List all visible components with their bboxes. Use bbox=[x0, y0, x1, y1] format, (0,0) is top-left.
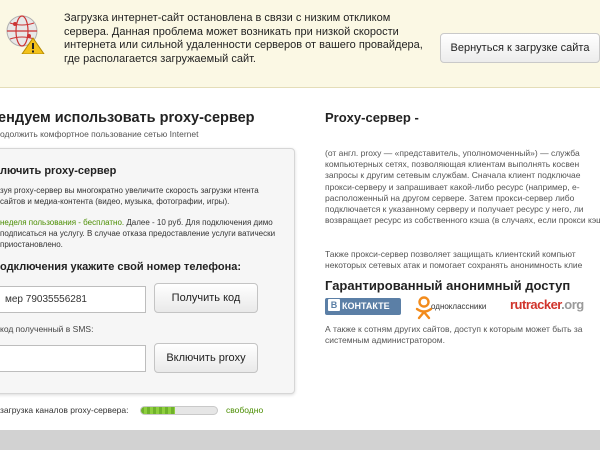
rutracker-logo: rutracker.org bbox=[510, 297, 584, 312]
enable-proxy-button[interactable]: Включить proxy bbox=[154, 343, 258, 373]
panel-pricing-text: неделя пользования - бесплатно. Далее - … bbox=[0, 217, 285, 250]
proxy-load-label: загрузка каналов proxy-сервера: bbox=[0, 405, 129, 415]
back-to-site-button[interactable]: Вернуться к загрузке сайта bbox=[440, 33, 600, 63]
panel-description: зуя proxy-сервер вы многократно увеличит… bbox=[0, 186, 259, 206]
proxy-recommend-title: ендуем использовать proxy-сервер bbox=[0, 110, 255, 126]
proxy-load-status: свободно bbox=[226, 405, 264, 415]
vk-box-letter: В bbox=[328, 299, 340, 311]
free-week-text: неделя пользования - бесплатно. bbox=[0, 218, 125, 227]
vk-logo-text: КОНТАКТЕ bbox=[342, 301, 390, 311]
footer-bar bbox=[0, 430, 600, 450]
proxy-definition-title: Proxy-сервер - bbox=[325, 110, 419, 125]
get-code-button[interactable]: Получить код bbox=[154, 283, 258, 313]
warning-banner: Загрузка интернет-сайт остановлена в свя… bbox=[0, 0, 600, 88]
vkontakte-logo: В КОНТАКТЕ bbox=[325, 298, 401, 315]
proxy-protection-text: Также прокси-сервер позволяет защищать к… bbox=[325, 249, 583, 271]
proxy-definition-text: (от англ. proxy — «представитель, уполно… bbox=[325, 148, 600, 226]
rutracker-logo-domain: .org bbox=[561, 297, 584, 312]
other-sites-text: А также к сотням других сайтов, доступ к… bbox=[325, 324, 583, 346]
progress-fill bbox=[141, 407, 176, 414]
rutracker-logo-main: rutracker bbox=[510, 297, 562, 312]
odnoklassniki-logo-text: одноклассники bbox=[431, 302, 487, 311]
panel-title: лючить proxy-сервер bbox=[0, 165, 117, 177]
anonymous-access-title: Гарантированный анонимный доступ bbox=[325, 278, 571, 293]
proxy-recommend-subtitle: одолжить комфортное пользование сетью In… bbox=[0, 129, 199, 139]
globe-warning-icon bbox=[6, 15, 45, 54]
phone-label: одключения укажите свой номер телефона: bbox=[0, 261, 242, 273]
banner-message: Загрузка интернет-сайт остановлена в свя… bbox=[64, 12, 423, 65]
phone-input[interactable]: мер 79035556281 bbox=[0, 286, 146, 313]
proxy-load-progress bbox=[140, 406, 218, 415]
sms-code-input[interactable] bbox=[0, 345, 146, 372]
sms-code-label: код полученный в SMS: bbox=[0, 324, 94, 334]
